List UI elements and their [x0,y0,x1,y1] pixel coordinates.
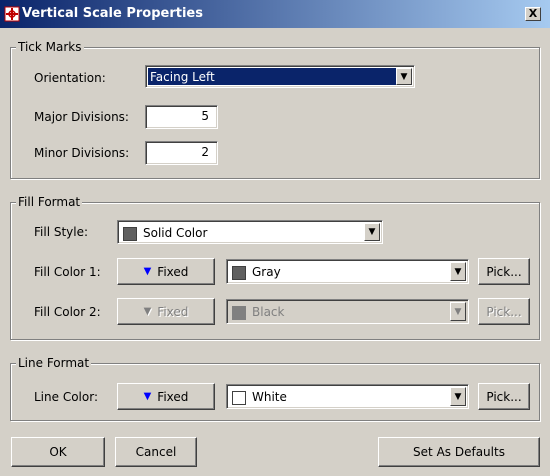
chevron-down-icon[interactable]: ▼ [450,262,466,281]
fill-color1-select[interactable]: Gray ▼ [226,259,469,284]
fill-color2-mode-button[interactable]: ▼ Fixed [117,298,215,325]
major-divisions-label: Major Divisions: [34,110,129,124]
line-color-value: White [252,390,287,404]
fill-style-label: Fill Style: [34,225,89,239]
minor-divisions-input[interactable]: 2 [145,141,218,165]
line-color-label: Line Color: [34,390,98,404]
minor-divisions-label: Minor Divisions: [34,146,130,160]
triangle-down-icon: ▼ [143,306,152,317]
title-bar[interactable]: Vertical Scale Properties X [0,0,550,28]
close-icon: X [528,7,538,20]
chevron-down-icon[interactable]: ▼ [396,68,412,85]
chevron-down-icon[interactable]: ▼ [450,302,466,321]
close-button[interactable]: X [525,7,541,21]
tick-marks-legend: Tick Marks [16,40,84,54]
triangle-down-icon: ▼ [143,266,152,277]
fill-color1-pick-button[interactable]: Pick... [478,258,530,285]
fill-color2-value: Black [252,305,285,319]
line-color-select[interactable]: White ▼ [226,384,469,409]
fill-style-select[interactable]: Solid Color ▼ [117,220,383,244]
orientation-select[interactable]: Facing Left ▼ [145,65,415,88]
line-format-legend: Line Format [16,356,92,370]
fill-style-swatch [123,226,137,241]
properties-icon [4,6,20,22]
line-color-swatch [232,390,246,405]
window-title: Vertical Scale Properties [22,6,203,21]
fill-color1-mode: Fixed [157,264,189,279]
major-divisions-input[interactable]: 5 [145,105,218,129]
cancel-button[interactable]: Cancel [115,437,197,467]
fill-color2-swatch [232,305,246,320]
fill-format-legend: Fill Format [16,195,83,209]
fill-color1-value: Gray [252,265,281,279]
orientation-selected-value: Facing Left [148,68,396,85]
fill-color2-pick-button[interactable]: Pick... [478,298,530,325]
orientation-label: Orientation: [34,71,106,85]
triangle-down-icon: ▼ [143,391,152,402]
fill-color1-swatch [232,265,246,280]
fill-color2-label: Fill Color 2: [34,305,101,319]
fill-color2-select[interactable]: Black ▼ [226,299,469,324]
fill-color2-mode: Fixed [157,304,189,319]
fill-style-value: Solid Color [143,226,208,240]
chevron-down-icon[interactable]: ▼ [364,223,380,241]
line-color-mode-button[interactable]: ▼ Fixed [117,383,215,410]
chevron-down-icon[interactable]: ▼ [450,387,466,406]
set-as-defaults-button[interactable]: Set As Defaults [378,437,540,467]
line-color-pick-button[interactable]: Pick... [478,383,530,410]
fill-color1-mode-button[interactable]: ▼ Fixed [117,258,215,285]
fill-color1-label: Fill Color 1: [34,265,101,279]
line-color-mode: Fixed [157,389,189,404]
ok-button[interactable]: OK [11,437,105,467]
